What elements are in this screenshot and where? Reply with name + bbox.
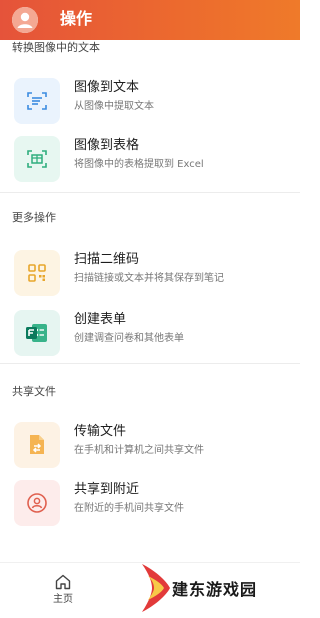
item-subtitle: 在手机和计算机之间共享文件 — [74, 445, 204, 456]
item-title: 创建表单 — [74, 312, 127, 327]
item-subtitle: 扫描链接或文本并将其保存到笔记 — [74, 273, 224, 284]
action-create-form[interactable]: 创建表单 创建调查问卷和其他表单 — [0, 304, 300, 360]
item-title: 共享到附近 — [74, 482, 140, 497]
share-nearby-icon — [14, 480, 60, 526]
section-label-convert: 转换图像中的文本 — [12, 41, 100, 54]
section-divider — [0, 192, 300, 193]
image-to-table-icon — [14, 136, 60, 182]
item-subtitle: 将图像中的表格提取到 Excel — [74, 159, 204, 170]
home-icon — [55, 574, 71, 590]
image-to-text-icon — [14, 78, 60, 124]
item-subtitle: 在附近的手机间共享文件 — [74, 503, 184, 514]
watermark: 建东游戏园 — [140, 560, 300, 614]
item-title: 传输文件 — [74, 424, 127, 439]
tab-home[interactable]: 主页 — [46, 573, 80, 611]
tab-home-label: 主页 — [53, 594, 73, 605]
watermark-logo-icon — [142, 564, 170, 612]
qr-code-icon — [14, 250, 60, 296]
section-label-share: 共享文件 — [12, 385, 56, 398]
action-image-to-table[interactable]: 图像到表格 将图像中的表格提取到 Excel — [0, 130, 300, 186]
item-title: 扫描二维码 — [74, 252, 140, 267]
action-transfer-files[interactable]: 传输文件 在手机和计算机之间共享文件 — [0, 416, 300, 472]
user-avatar-icon[interactable] — [12, 7, 38, 33]
transfer-file-icon — [14, 422, 60, 468]
action-scan-qr[interactable]: 扫描二维码 扫描链接或文本并将其保存到笔记 — [0, 244, 300, 300]
forms-icon — [14, 310, 60, 356]
page-title: 操作 — [60, 9, 93, 28]
section-label-more: 更多操作 — [12, 211, 56, 224]
action-share-nearby[interactable]: 共享到附近 在附近的手机间共享文件 — [0, 474, 300, 530]
app-header: 操作 — [0, 0, 300, 40]
item-title: 图像到表格 — [74, 138, 140, 153]
item-subtitle: 从图像中提取文本 — [74, 101, 154, 112]
watermark-text: 建东游戏园 — [172, 580, 258, 599]
item-title: 图像到文本 — [74, 80, 140, 95]
action-image-to-text[interactable]: 图像到文本 从图像中提取文本 — [0, 72, 300, 128]
section-divider — [0, 363, 300, 364]
item-subtitle: 创建调查问卷和其他表单 — [74, 333, 184, 344]
